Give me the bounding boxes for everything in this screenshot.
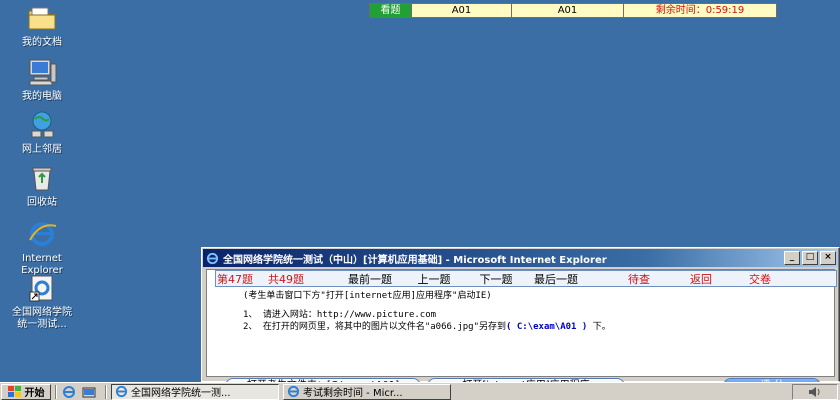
internet-explorer-icon (29, 222, 57, 246)
question-content: (考生单击窗口下方"打开[internet应用]应用程序"启动IE) 1、 请进… (243, 290, 611, 333)
taskbar-task-exam-window[interactable]: 全国网络学院统一测... (111, 383, 279, 400)
status-field-a: A01 (412, 4, 512, 17)
task-label: 考试剩余时间 - Micr... (303, 388, 403, 399)
internet-explorer-icon (63, 385, 75, 398)
window-title: 全国网络学院统一测试（中山）[计算机应用基础] - Microsoft Inte… (223, 254, 607, 266)
first-question-link[interactable]: 最前一题 (338, 271, 402, 287)
speaker-icon[interactable] (808, 386, 822, 398)
total-question-count: 共49题 (268, 272, 304, 286)
taskbar-task-timer-window[interactable]: 考试剩余时间 - Micr... (283, 383, 451, 400)
desktop-icon-my-computer[interactable]: 我的电脑 (0, 56, 84, 103)
desktop-icon-my-documents[interactable]: 我的文档 (0, 2, 84, 49)
return-link[interactable]: 返回 (672, 271, 730, 287)
desktop-icon-label: 我的文档 (22, 37, 62, 48)
quicklaunch-ie[interactable] (61, 385, 77, 399)
question-step-1: 1、 请进入网站：http://www.picture.com (243, 310, 437, 320)
start-label: 开始 (24, 388, 45, 399)
windows-logo-icon (7, 385, 21, 397)
minimize-button[interactable]: _ (784, 251, 800, 265)
desktop-icon-recycle-bin[interactable]: 回收站 (0, 162, 84, 209)
quicklaunch-desktop[interactable] (81, 385, 97, 399)
internet-explorer-icon (287, 385, 300, 398)
ie-titlebar[interactable]: 全国网络学院统一测试（中山）[计算机应用基础] - Microsoft Inte… (203, 249, 838, 267)
computer-icon (29, 59, 57, 86)
desktop-icon-internet-explorer[interactable]: Internet Explorer (0, 218, 84, 277)
view-question-tab[interactable]: 看题 (370, 4, 412, 17)
mark-for-review-link[interactable]: 待查 (606, 271, 672, 287)
folder-icon (28, 7, 56, 30)
remaining-time: 剩余时间：0:59:19 (655, 5, 745, 16)
internet-explorer-icon (115, 385, 128, 398)
ie-window: 全国网络学院统一测试（中山）[计算机应用基础] - Microsoft Inte… (201, 247, 840, 400)
question-nav-bar: 第47题 共49题 最前一题 上一题 下一题 最后一题 待查 返回 交卷 (215, 270, 837, 287)
maximize-button[interactable]: □ (802, 251, 818, 265)
desktop-icon-network[interactable]: 网上邻居 (0, 109, 84, 156)
ie-content-area: 第47题 共49题 最前一题 上一题 下一题 最后一题 待查 返回 交卷 (考生… (206, 269, 837, 400)
submit-exam-link[interactable]: 交卷 (730, 271, 790, 287)
start-button[interactable]: 开始 (1, 383, 51, 400)
desktop-icon-label: 回收站 (27, 197, 57, 208)
desktop-icon-label: 全国网络学院 统一测试... (12, 307, 72, 330)
question-hint: (考生单击窗口下方"打开[internet应用]应用程序"启动IE) (243, 291, 492, 301)
exam-status-bar: 看题 A01 A01 剩余时间：0:59:19 (369, 3, 777, 18)
status-field-b: A01 (512, 4, 624, 17)
desktop-icon-exam-shortcut[interactable]: 全国网络学院 统一测试... (0, 272, 84, 331)
desktop-icon-label: 我的电脑 (22, 91, 62, 102)
last-question-link[interactable]: 最后一题 (526, 271, 586, 287)
network-globe-icon (31, 111, 54, 138)
next-question-link[interactable]: 下一题 (466, 271, 526, 287)
desktop-icon-label: 网上邻居 (22, 144, 62, 155)
recycle-bin-icon (32, 167, 52, 191)
prev-question-link[interactable]: 上一题 (402, 271, 466, 287)
close-button[interactable]: × (820, 251, 836, 265)
task-label: 全国网络学院统一测... (131, 388, 231, 399)
taskbar: 开始 全国网络学院统一测... 考试剩余时间 - Micr... (0, 382, 840, 400)
question-step-2: 2、 在打开的网页里，将其中的图片以文件名"a066.jpg"另存到( C:\e… (243, 322, 611, 332)
system-tray (792, 383, 838, 400)
current-question-number: 第47题 (217, 272, 253, 286)
exam-shortcut-icon (29, 275, 53, 302)
internet-explorer-icon (206, 252, 219, 264)
show-desktop-icon (82, 387, 96, 397)
